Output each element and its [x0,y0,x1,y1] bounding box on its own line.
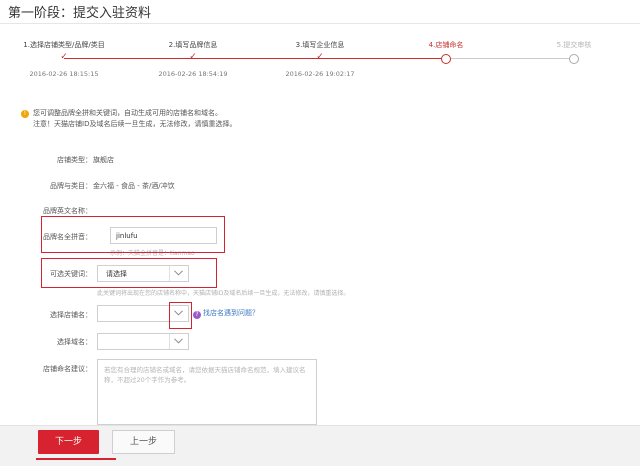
keyword-hint: 此关键词将出现在您的店铺名称中，天猫店铺ID及域名后续一旦生成，无法修改，请慎重… [97,290,350,297]
notice-line-2: 注意！天猫店铺ID及域名后续一旦生成，无法修改，请慎重选择。 [33,120,237,128]
step-2-label: 2.填写品牌信息 [168,41,218,49]
shop-name-help-text: 找店名遇到问题？ [203,309,259,317]
brand-category-label: 品牌与类目： [50,182,92,190]
progress-track-todo [446,58,574,59]
prev-button[interactable]: 上一步 [112,430,175,454]
domain-label: 选择域名： [57,338,92,346]
next-button[interactable]: 下一步 [38,430,99,454]
chevron-down-icon [174,338,183,344]
warning-icon: ! [21,110,29,118]
suggestion-textarea[interactable]: 若您有合理的店铺名或域名，请您依据天猫店铺命名规范，填入建议名称，不超过20个字… [97,359,317,425]
step-1-check-icon: ✓ [60,52,68,62]
notice-line-1: 您可调整品牌全拼和关键词，自动生成可用的店铺名和域名。 [33,109,222,117]
shop-name-label: 选择店铺名： [50,311,92,319]
highlight-keyword [41,258,217,288]
step-3-label: 3.填写企业信息 [295,41,345,49]
step-3-check-icon: ✓ [316,52,324,62]
step-5-pending-node-icon [569,54,579,64]
title-divider [0,23,640,24]
shop-type-value: 旗舰店 [93,156,114,164]
step-2-check-icon: ✓ [189,52,197,62]
step-5-label: 5.提交审核 [556,41,592,49]
step-2-time: 2016-02-26 18:54:19 [158,70,228,78]
step-1-time: 2016-02-26 18:15:15 [29,70,99,78]
progress-track-done [64,58,446,59]
highlight-next-underline [36,458,116,460]
suggestion-label: 店铺命名建议： [43,365,92,373]
brand-category-value: 金六福 - 食品 - 茶/酒/冲饮 [93,182,175,190]
step-4-current-node-icon [441,54,451,64]
step-1-label: 1.选择店铺类型/品牌/类目 [23,41,105,49]
page-title: 第一阶段：提交入驻资料 [8,6,152,21]
question-icon: ? [193,311,201,319]
step-3-time: 2016-02-26 19:02:17 [285,70,355,78]
highlight-brand-pinyin [41,216,225,253]
shop-name-help-link[interactable]: ? 找店名遇到问题？ [193,308,259,319]
step-4-label: 4.店铺命名 [428,41,464,49]
domain-dropdown-arrow[interactable] [169,334,188,349]
highlight-shop-name-arrow [169,302,192,329]
brand-en-label: 品牌英文名称： [43,207,92,215]
shop-type-label: 店铺类型： [57,156,92,164]
domain-select[interactable] [97,333,189,350]
